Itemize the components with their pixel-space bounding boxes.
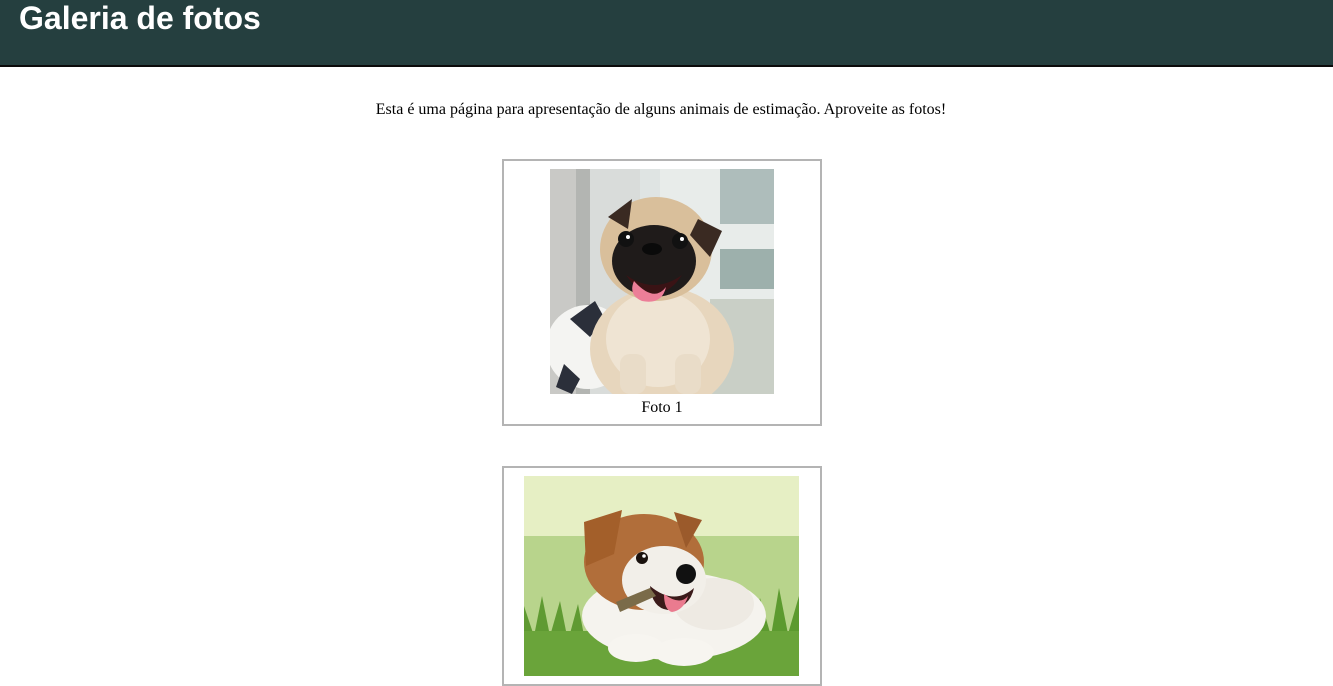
- intro-paragraph: Esta é uma página para apresentação de a…: [375, 101, 947, 118]
- pug-puppy-image: [550, 169, 774, 394]
- photo-caption: Foto 1: [641, 399, 683, 416]
- pug-puppy-photo: [550, 169, 774, 394]
- gallery-figure: Foto 1: [502, 159, 822, 426]
- page-title: Galeria de fotos: [19, 0, 261, 36]
- jack-russell-puppy-photo: [524, 476, 799, 676]
- site-header: Galeria de fotos: [0, 0, 1333, 67]
- gallery-figure: [502, 466, 822, 686]
- jack-russell-puppy-image: [524, 476, 799, 676]
